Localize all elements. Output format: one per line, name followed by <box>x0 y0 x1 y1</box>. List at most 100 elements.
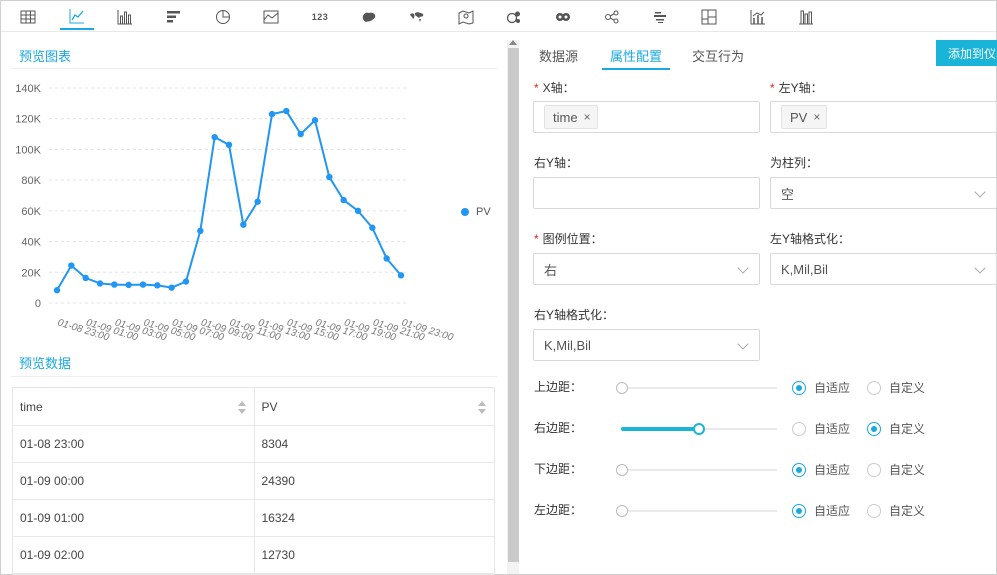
legend-position-select[interactable]: 右 <box>533 253 760 285</box>
data-point <box>254 198 261 205</box>
sort-icon[interactable] <box>237 401 246 414</box>
data-point <box>225 141 233 149</box>
right-y-axis-label: 右Y轴： <box>534 156 579 170</box>
y-tick-label: 140K <box>15 83 41 95</box>
column-as-select[interactable]: 空 <box>770 177 997 209</box>
right-y-axis-field[interactable] <box>533 177 760 209</box>
table-cell: 01-09 02:00 <box>20 548 85 562</box>
bar-chart-icon[interactable] <box>108 3 142 30</box>
remove-tag-icon[interactable]: × <box>813 110 820 124</box>
table-header-row: time PV <box>13 388 494 426</box>
left-y-format-select[interactable]: K,Mil,Bil <box>770 253 997 285</box>
data-point <box>268 110 276 118</box>
add-to-dashboard-button[interactable]: 添加到仪表板 <box>936 40 997 66</box>
data-point <box>369 224 376 231</box>
line-chart-icon[interactable] <box>60 3 94 30</box>
top-margin-auto-radio[interactable]: 自适应 <box>792 379 850 396</box>
column-header-pv[interactable]: PV <box>253 388 495 425</box>
right-margin-slider[interactable] <box>621 422 777 436</box>
table-row: 01-09 00:00 24390 <box>13 463 494 500</box>
chevron-down-icon <box>737 262 749 274</box>
data-point <box>283 107 290 115</box>
right-y-format-label: 右Y轴格式化： <box>534 308 615 322</box>
tab-data-source[interactable]: 数据源 <box>539 46 578 65</box>
radio-selected-icon <box>792 503 806 518</box>
donut-icon[interactable] <box>546 3 580 30</box>
select-value: 右 <box>544 262 558 278</box>
slider-handle[interactable] <box>616 382 628 394</box>
tag-text: PV <box>790 109 808 125</box>
column-as-label: 为柱列： <box>770 156 819 170</box>
number-icon[interactable]: 123 <box>303 3 337 30</box>
sort-icon[interactable] <box>478 401 486 414</box>
radio-label: 自适应 <box>814 422 851 436</box>
data-point <box>168 284 175 291</box>
divider <box>11 68 497 69</box>
dashboard-layout-icon[interactable] <box>692 3 726 30</box>
remove-tag-icon[interactable]: × <box>584 110 591 124</box>
location-map-icon[interactable] <box>449 3 483 30</box>
radio-selected-icon <box>867 421 881 436</box>
scrollbar-thumb[interactable] <box>508 48 519 562</box>
radio-label: 自定义 <box>889 463 926 477</box>
china-map-icon[interactable] <box>352 3 386 30</box>
right-margin-auto-radio[interactable]: 自适应 <box>792 420 850 437</box>
y-tick-label: 40K <box>21 237 41 249</box>
x-axis-field[interactable]: time × <box>533 101 760 133</box>
scroll-up-icon[interactable] <box>509 40 517 45</box>
tab-properties[interactable]: 属性配置 <box>610 46 662 65</box>
data-point <box>154 282 161 289</box>
slider-handle[interactable] <box>616 464 628 476</box>
horizontal-bar-icon[interactable] <box>157 3 191 30</box>
left-margin-auto-radio[interactable]: 自适应 <box>792 502 850 519</box>
column-chart-icon[interactable] <box>789 3 823 30</box>
word-cloud-icon[interactable] <box>643 3 677 30</box>
data-point <box>397 272 405 279</box>
data-point <box>311 117 319 124</box>
right-y-format-select[interactable]: K,Mil,Bil <box>533 329 760 361</box>
required-mark: * <box>770 81 775 95</box>
series-line <box>56 109 402 291</box>
bottom-margin-auto-radio[interactable]: 自适应 <box>792 461 850 478</box>
x-axis-label: * X轴： <box>534 79 575 96</box>
column-header-label: time <box>20 399 43 414</box>
chevron-down-icon <box>737 338 749 350</box>
radio-label: 自定义 <box>889 504 926 518</box>
data-point <box>111 281 118 288</box>
left-y-axis-field[interactable]: PV × <box>770 101 997 133</box>
graph-icon[interactable] <box>595 3 629 30</box>
data-point <box>340 196 347 204</box>
data-point <box>354 207 362 215</box>
slider-handle[interactable] <box>693 423 705 435</box>
bubble-icon[interactable] <box>497 3 531 30</box>
left-margin-custom-radio[interactable]: 自定义 <box>867 502 925 519</box>
combo-chart-icon[interactable] <box>741 3 775 30</box>
world-map-icon[interactable] <box>400 3 434 30</box>
top-margin-slider[interactable] <box>616 381 777 395</box>
tab-interaction[interactable]: 交互行为 <box>692 46 744 65</box>
slider-handle[interactable] <box>616 505 628 517</box>
x-axis-label-text: X轴： <box>542 81 575 95</box>
left-margin-slider[interactable] <box>616 504 777 518</box>
chart-legend[interactable]: PV <box>461 206 491 218</box>
y-tick-label: 20K <box>21 267 41 279</box>
legend-position-label: * 图例位置： <box>534 230 603 247</box>
table-icon[interactable] <box>11 3 45 30</box>
column-header-time[interactable]: time <box>13 388 254 425</box>
area-chart-icon[interactable] <box>254 3 288 30</box>
data-point <box>82 274 89 282</box>
vertical-scrollbar[interactable] <box>507 40 519 574</box>
data-point <box>297 130 304 138</box>
top-margin-custom-radio[interactable]: 自定义 <box>867 379 925 396</box>
radio-label: 自适应 <box>814 463 851 477</box>
bottom-margin-custom-radio[interactable]: 自定义 <box>867 461 925 478</box>
right-margin-custom-radio[interactable]: 自定义 <box>867 420 925 437</box>
pie-chart-icon[interactable] <box>206 3 240 30</box>
active-tab-indicator <box>602 68 670 70</box>
slider-fill <box>621 427 699 431</box>
line-chart: 020K40K60K80K100K120K140K01-08 23:0001-0… <box>15 83 455 344</box>
preview-panel: 预览图表 0 20K 40K 60K 80K 100K 120K 140K 01-08 23:0… <box>1 32 506 575</box>
slider-track <box>621 510 777 512</box>
bottom-margin-slider[interactable] <box>616 463 777 477</box>
preview-chart-title: 预览图表 <box>19 49 72 64</box>
